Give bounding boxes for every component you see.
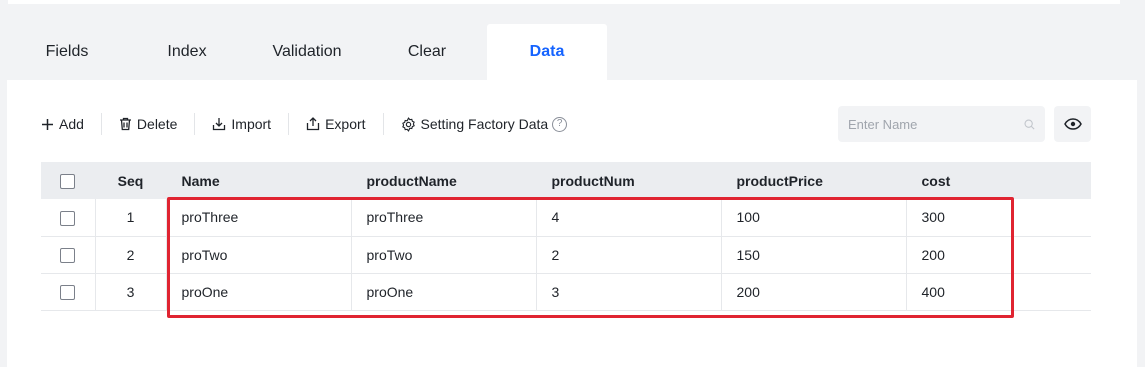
column-header-cost: cost	[906, 162, 1091, 199]
column-visibility-button[interactable]	[1054, 106, 1091, 142]
top-panel-edge	[8, 0, 1120, 4]
cell-productprice[interactable]: 200	[721, 273, 907, 311]
toolbar-divider	[194, 113, 196, 135]
search-input[interactable]	[848, 116, 1024, 132]
setting-factory-data-label: Setting Factory Data	[420, 116, 549, 132]
tab-bar: Fields Index Validation Clear Data	[7, 24, 1137, 80]
tab-index[interactable]: Index	[127, 24, 247, 80]
cell-productprice[interactable]: 100	[721, 199, 907, 237]
select-all-cell	[41, 162, 96, 199]
data-table: Seq Name productName productNum productP…	[41, 162, 1091, 311]
column-header-seq: Seq	[95, 162, 167, 199]
export-button[interactable]: Export	[297, 107, 374, 141]
table-header-row: Seq Name productName productNum productP…	[41, 162, 1091, 199]
cell-productname[interactable]: proOne	[351, 273, 537, 311]
toolbar: Add Delete Import Export Setting Factory…	[41, 107, 576, 141]
row-checkbox[interactable]	[60, 284, 76, 300]
column-header-name: Name	[166, 162, 352, 199]
select-all-checkbox[interactable]	[60, 173, 76, 189]
tab-clear[interactable]: Clear	[367, 24, 487, 80]
column-header-productname: productName	[351, 162, 537, 199]
search-icon[interactable]	[1024, 118, 1035, 131]
cell-productname[interactable]: proThree	[351, 199, 537, 237]
row-select-cell	[41, 199, 96, 237]
toolbar-divider	[288, 113, 290, 135]
cell-seq: 2	[95, 236, 167, 274]
import-label: Import	[231, 116, 272, 132]
tab-data[interactable]: Data	[487, 24, 607, 80]
tab-fields[interactable]: Fields	[7, 24, 127, 80]
gear-icon	[401, 116, 415, 132]
cell-name[interactable]: proTwo	[166, 236, 352, 274]
cell-cost[interactable]: 400	[906, 273, 1091, 311]
cell-seq: 1	[95, 199, 167, 237]
trash-icon	[119, 117, 131, 131]
import-icon	[213, 118, 226, 131]
cell-seq: 3	[95, 273, 167, 311]
delete-button[interactable]: Delete	[110, 107, 186, 141]
add-button[interactable]: Add	[41, 107, 93, 141]
export-label: Export	[325, 116, 366, 132]
row-select-cell	[41, 236, 96, 274]
cell-productnum[interactable]: 2	[536, 236, 722, 274]
add-label: Add	[59, 116, 84, 132]
data-panel: Add Delete Import Export Setting Factory…	[7, 80, 1137, 367]
cell-productnum[interactable]: 3	[536, 273, 722, 311]
tab-validation[interactable]: Validation	[247, 24, 367, 80]
export-icon	[306, 117, 320, 131]
import-button[interactable]: Import	[203, 107, 280, 141]
table-row[interactable]: 2 proTwo proTwo 2 150 200	[41, 236, 1091, 274]
question-circle-icon[interactable]: ?	[552, 116, 568, 132]
cell-name[interactable]: proOne	[166, 273, 352, 311]
setting-factory-data-button[interactable]: Setting Factory Data ?	[392, 107, 577, 141]
cell-cost[interactable]: 300	[906, 199, 1091, 237]
table-row[interactable]: 3 proOne proOne 3 200 400	[41, 273, 1091, 311]
row-select-cell	[41, 273, 96, 311]
cell-cost[interactable]: 200	[906, 236, 1091, 274]
delete-label: Delete	[136, 116, 178, 132]
row-checkbox[interactable]	[60, 247, 76, 263]
column-header-productprice: productPrice	[721, 162, 907, 199]
plus-icon	[42, 118, 53, 130]
cell-name[interactable]: proThree	[166, 199, 352, 237]
search-field[interactable]	[838, 106, 1045, 142]
cell-productnum[interactable]: 4	[536, 199, 722, 237]
eye-icon	[1063, 118, 1082, 130]
cell-productname[interactable]: proTwo	[351, 236, 537, 274]
column-header-productnum: productNum	[536, 162, 722, 199]
toolbar-divider	[382, 113, 384, 135]
cell-productprice[interactable]: 150	[721, 236, 907, 274]
table-row[interactable]: 1 proThree proThree 4 100 300	[41, 199, 1091, 237]
row-checkbox[interactable]	[60, 210, 76, 226]
toolbar-divider	[100, 113, 102, 135]
